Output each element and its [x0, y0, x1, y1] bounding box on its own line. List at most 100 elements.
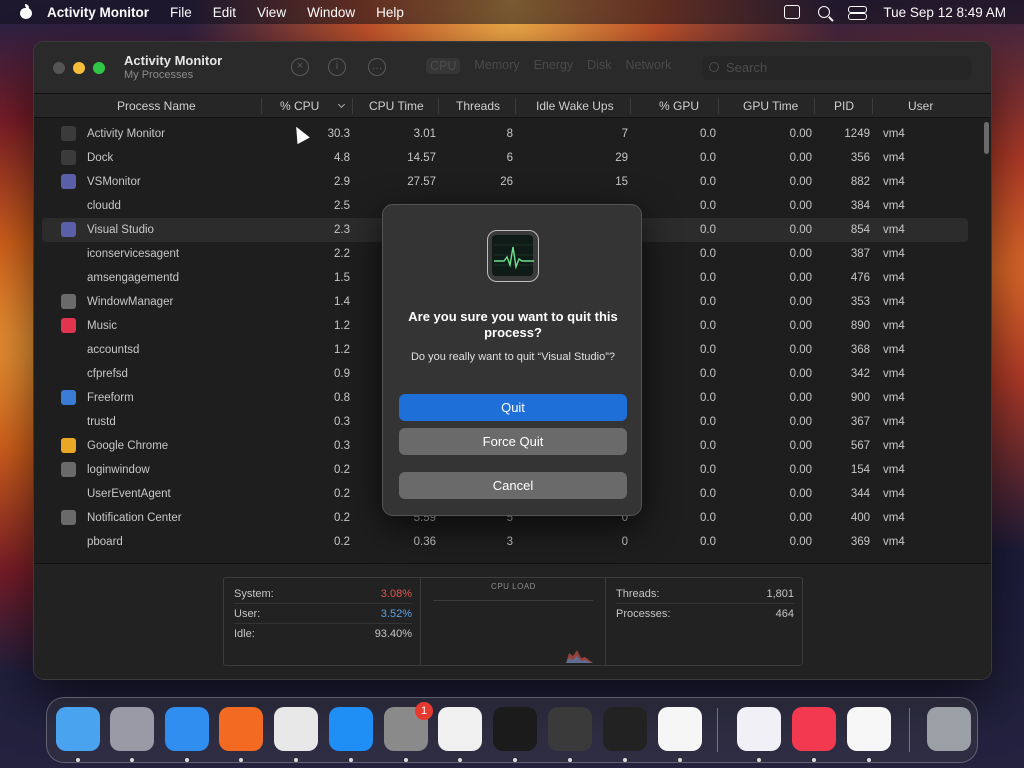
table-row[interactable]: pboard 0.2 0.36 3 0 0.0 0.00 369 vm4: [42, 530, 968, 554]
col-idle-wake-ups[interactable]: Idle Wake Ups: [536, 94, 614, 118]
tab-cpu[interactable]: CPU: [426, 58, 461, 74]
running-indicator: [568, 758, 572, 762]
cell-user: vm4: [883, 440, 905, 452]
cell-pid: 1249: [844, 128, 870, 140]
info-icon[interactable]: i: [328, 58, 346, 76]
cell-cpu: 0.2: [334, 464, 350, 476]
tab-energy[interactable]: Energy: [534, 58, 574, 74]
safari-icon[interactable]: [165, 707, 209, 751]
table-row[interactable]: Dock 4.8 14.57 6 29 0.0 0.00 356 vm4: [42, 146, 968, 170]
cell-pid: 344: [850, 488, 870, 500]
trash-icon[interactable]: [927, 707, 971, 751]
screen-mirroring-icon[interactable]: [784, 5, 801, 19]
col-cpu[interactable]: % CPU: [280, 94, 346, 118]
menu-window[interactable]: Window: [307, 5, 355, 20]
cell-user: vm4: [883, 272, 905, 284]
process-name: accountsd: [87, 344, 140, 356]
table-row[interactable]: VSMonitor 2.9 27.57 26 15 0.0 0.00 882 vm4: [42, 170, 968, 194]
search-field[interactable]: Search: [702, 56, 972, 80]
running-indicator: [239, 758, 243, 762]
cell-user: vm4: [883, 368, 905, 380]
tab-disk[interactable]: Disk: [587, 58, 611, 74]
cell-cpu-time: 0.36: [413, 536, 436, 548]
visual-studio-icon[interactable]: [737, 707, 781, 751]
cell-gpu: 0.0: [700, 320, 716, 332]
zoom-button[interactable]: [93, 62, 105, 74]
visual-studio-icon: [61, 174, 76, 189]
force-quit-button[interactable]: Force Quit: [399, 428, 627, 455]
cell-gpu: 0.0: [700, 224, 716, 236]
finder-icon[interactable]: [56, 707, 100, 751]
music-icon[interactable]: [792, 707, 836, 751]
vscode-icon[interactable]: [658, 707, 702, 751]
garageband-icon[interactable]: [548, 707, 592, 751]
process-name: VSMonitor: [87, 176, 141, 188]
firefox-icon[interactable]: [219, 707, 263, 751]
cell-user: vm4: [883, 344, 905, 356]
menu-edit[interactable]: Edit: [213, 5, 236, 20]
stop-process-icon[interactable]: ×: [291, 58, 309, 76]
cell-gpu: 0.0: [700, 344, 716, 356]
menu-clock[interactable]: Tue Sep 12 8:49 AM: [883, 5, 1006, 20]
user-value: 3.52%: [380, 608, 412, 620]
tab-memory[interactable]: Memory: [474, 58, 519, 74]
idle-label: Idle:: [234, 628, 255, 640]
cell-pid: 356: [850, 152, 870, 164]
app-store-icon[interactable]: [329, 707, 373, 751]
threads-row: Threads: 1,801: [616, 584, 794, 604]
cell-cpu: 2.3: [334, 224, 350, 236]
menu-app-name[interactable]: Activity Monitor: [47, 5, 149, 20]
cell-gpu-time: 0.00: [789, 200, 812, 212]
cell-user: vm4: [883, 464, 905, 476]
freeform-icon[interactable]: [847, 707, 891, 751]
spotlight-search-icon[interactable]: [818, 6, 831, 18]
menu-help[interactable]: Help: [376, 5, 404, 20]
table-scrollbar[interactable]: [984, 122, 989, 154]
close-button[interactable]: [53, 62, 65, 74]
more-options-icon[interactable]: …: [368, 58, 386, 76]
process-name: amsengagementd: [87, 272, 180, 284]
table-header: Process Name % CPU CPU Time Threads Idle…: [34, 94, 991, 118]
menu-view[interactable]: View: [257, 5, 286, 20]
cell-pid: 882: [850, 176, 870, 188]
running-indicator: [757, 758, 761, 762]
textedit-icon[interactable]: [438, 707, 482, 751]
cell-pid: 367: [850, 416, 870, 428]
col-gpu[interactable]: % GPU: [659, 94, 699, 118]
cell-idle: 15: [615, 176, 628, 188]
window-title: Activity Monitor: [124, 53, 223, 68]
dock-separator: [909, 708, 910, 752]
col-threads[interactable]: Threads: [456, 94, 500, 118]
cell-gpu-time: 0.00: [789, 536, 812, 548]
process-name: trustd: [87, 416, 116, 428]
tab-network[interactable]: Network: [625, 58, 671, 74]
col-user[interactable]: User: [908, 94, 933, 118]
cell-gpu-time: 0.00: [789, 344, 812, 356]
col-process-name[interactable]: Process Name: [117, 94, 196, 118]
table-row[interactable]: Activity Monitor 30.3 3.01 8 7 0.0 0.00 1249 vm4: [42, 122, 968, 146]
cell-threads: 8: [506, 128, 513, 140]
col-pid[interactable]: PID: [834, 94, 854, 118]
activity-monitor-icon[interactable]: [603, 707, 647, 751]
cell-threads: 6: [506, 152, 513, 164]
process-name: loginwindow: [87, 464, 150, 476]
control-center-icon[interactable]: [848, 5, 868, 20]
col-cpu-time[interactable]: CPU Time: [369, 94, 424, 118]
minimize-button[interactable]: [73, 62, 85, 74]
menu-file[interactable]: File: [170, 5, 192, 20]
sort-descending-icon: [338, 100, 346, 109]
chrome-icon[interactable]: [274, 707, 318, 751]
launchpad-icon[interactable]: [110, 707, 154, 751]
apple-menu-icon[interactable]: [19, 4, 33, 20]
quit-button[interactable]: Quit: [399, 394, 627, 421]
window-manager-icon: [61, 294, 76, 309]
cell-pid: 353: [850, 296, 870, 308]
col-gpu-time[interactable]: GPU Time: [743, 94, 798, 118]
cell-gpu-time: 0.00: [789, 296, 812, 308]
cell-pid: 368: [850, 344, 870, 356]
cpu-summary-panel: System: 3.08% User: 3.52% Idle: 93.40% C…: [34, 563, 991, 679]
terminal-icon[interactable]: [493, 707, 537, 751]
cell-cpu: 2.9: [334, 176, 350, 188]
cancel-button[interactable]: Cancel: [399, 472, 627, 499]
system-value: 3.08%: [380, 588, 412, 600]
